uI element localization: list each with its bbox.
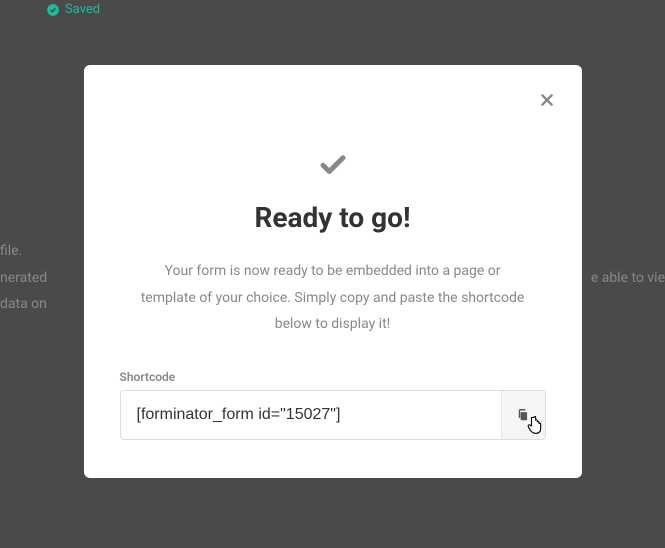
shortcode-label: Shortcode: [120, 370, 546, 384]
shortcode-input[interactable]: [121, 391, 501, 439]
modal-overlay: Ready to go! Your form is now ready to b…: [0, 0, 665, 548]
close-button[interactable]: [532, 85, 562, 115]
modal: Ready to go! Your form is now ready to b…: [84, 65, 582, 478]
modal-title: Ready to go!: [84, 201, 582, 234]
copy-button[interactable]: [501, 391, 545, 439]
copy-icon: [516, 407, 530, 423]
shortcode-section: Shortcode: [84, 370, 582, 440]
success-icon: [84, 149, 582, 179]
close-icon: [539, 92, 555, 108]
check-icon: [318, 149, 348, 179]
modal-description: Your form is now ready to be embedded in…: [84, 258, 582, 338]
shortcode-field: [120, 390, 546, 440]
